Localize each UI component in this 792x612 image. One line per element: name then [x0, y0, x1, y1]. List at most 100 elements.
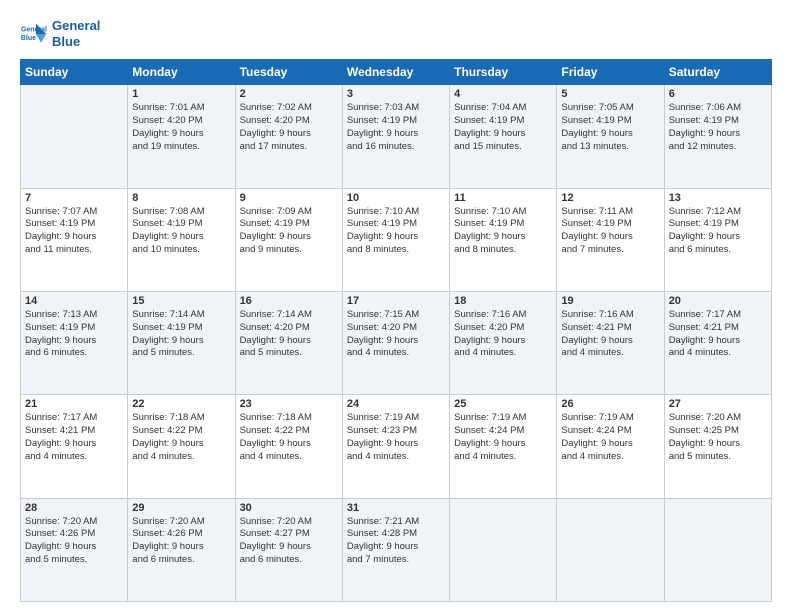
day-number: 29 [132, 502, 230, 514]
calendar-cell: 8Sunrise: 7:08 AMSunset: 4:19 PMDaylight… [128, 188, 235, 291]
calendar-cell [21, 85, 128, 188]
calendar-cell [557, 498, 664, 601]
day-number: 14 [25, 295, 123, 307]
day-info: Sunrise: 7:19 AMSunset: 4:24 PMDaylight:… [454, 412, 552, 463]
day-info: Sunrise: 7:02 AMSunset: 4:20 PMDaylight:… [240, 102, 338, 153]
calendar-cell [664, 498, 771, 601]
logo: General Blue GeneralBlue [20, 18, 100, 49]
day-number: 11 [454, 192, 552, 204]
calendar-cell: 20 Sunrise: 7:17 AMSunset: 4:21 PMDayligh… [664, 291, 771, 394]
calendar-cell: 5Sunrise: 7:05 AMSunset: 4:19 PMDaylight… [557, 85, 664, 188]
day-info: Sunrise: 7:14 AMSunset: 4:19 PMDaylight:… [132, 309, 230, 360]
day-number: 16 [240, 295, 338, 307]
day-number: 18 [454, 295, 552, 307]
day-number: 1 [132, 88, 230, 100]
calendar-cell: 12Sunrise: 7:11 AMSunset: 4:19 PMDayligh… [557, 188, 664, 291]
calendar-cell: 22Sunrise: 7:18 AMSunset: 4:22 PMDayligh… [128, 395, 235, 498]
day-info: Sunrise: 7:10 AMSunset: 4:19 PMDaylight:… [347, 206, 445, 257]
day-number: 24 [347, 398, 445, 410]
day-info: Sunrise: 7:10 AMSunset: 4:19 PMDaylight:… [454, 206, 552, 257]
day-info: Sunrise: 7:06 AMSunset: 4:19 PMDaylight:… [669, 102, 767, 153]
calendar-cell [450, 498, 557, 601]
calendar-cell: 14 Sunrise: 7:13 AMSunset: 4:19 PMDayligh… [21, 291, 128, 394]
day-number: 2 [240, 88, 338, 100]
logo-icon: General Blue [20, 20, 48, 48]
day-number: 13 [669, 192, 767, 204]
day-number: 17 [347, 295, 445, 307]
calendar-cell: 30 Sunrise: 7:20 AMSunset: 4:27 PMDayligh… [235, 498, 342, 601]
calendar-header-sunday: Sunday [21, 60, 128, 85]
calendar-header-friday: Friday [557, 60, 664, 85]
day-info: Sunrise: 7:12 AMSunset: 4:19 PMDaylight:… [669, 206, 767, 257]
calendar-cell: 6 Sunrise: 7:06 AMSunset: 4:19 PMDaylight… [664, 85, 771, 188]
logo-text: GeneralBlue [52, 18, 100, 49]
calendar-cell: 28 Sunrise: 7:20 AMSunset: 4:26 PMDayligh… [21, 498, 128, 601]
day-number: 28 [25, 502, 123, 514]
day-info: Sunrise: 7:19 AMSunset: 4:23 PMDaylight:… [347, 412, 445, 463]
calendar-cell: 1 Sunrise: 7:01 AMSunset: 4:20 PMDaylight… [128, 85, 235, 188]
day-info: Sunrise: 7:08 AMSunset: 4:19 PMDaylight:… [132, 206, 230, 257]
day-number: 3 [347, 88, 445, 100]
day-number: 5 [561, 88, 659, 100]
day-number: 4 [454, 88, 552, 100]
calendar-week-4: 21 Sunrise: 7:17 AMSunset: 4:21 PMDayligh… [21, 395, 772, 498]
calendar-cell: 27 Sunrise: 7:20 AMSunset: 4:25 PMDayligh… [664, 395, 771, 498]
page: General Blue GeneralBlue SundayMondayTue… [0, 0, 792, 612]
day-info: Sunrise: 7:16 AMSunset: 4:21 PMDaylight:… [561, 309, 659, 360]
calendar-week-3: 14 Sunrise: 7:13 AMSunset: 4:19 PMDayligh… [21, 291, 772, 394]
calendar-cell: 2 Sunrise: 7:02 AMSunset: 4:20 PMDaylight… [235, 85, 342, 188]
calendar-cell: 25Sunrise: 7:19 AMSunset: 4:24 PMDayligh… [450, 395, 557, 498]
calendar-cell: 29Sunrise: 7:20 AMSunset: 4:26 PMDayligh… [128, 498, 235, 601]
day-info: Sunrise: 7:04 AMSunset: 4:19 PMDaylight:… [454, 102, 552, 153]
calendar-cell: 26 Sunrise: 7:19 AMSunset: 4:24 PMDayligh… [557, 395, 664, 498]
day-info: Sunrise: 7:14 AMSunset: 4:20 PMDaylight:… [240, 309, 338, 360]
day-info: Sunrise: 7:18 AMSunset: 4:22 PMDaylight:… [132, 412, 230, 463]
day-number: 23 [240, 398, 338, 410]
day-number: 10 [347, 192, 445, 204]
header: General Blue GeneralBlue [20, 18, 772, 49]
day-number: 20 [669, 295, 767, 307]
calendar-cell: 15 Sunrise: 7:14 AMSunset: 4:19 PMDayligh… [128, 291, 235, 394]
calendar-cell: 24 Sunrise: 7:19 AMSunset: 4:23 PMDayligh… [342, 395, 449, 498]
day-info: Sunrise: 7:17 AMSunset: 4:21 PMDaylight:… [25, 412, 123, 463]
day-number: 6 [669, 88, 767, 100]
day-number: 30 [240, 502, 338, 514]
day-info: Sunrise: 7:15 AMSunset: 4:20 PMDaylight:… [347, 309, 445, 360]
calendar-cell: 19Sunrise: 7:16 AMSunset: 4:21 PMDayligh… [557, 291, 664, 394]
day-number: 7 [25, 192, 123, 204]
day-info: Sunrise: 7:21 AMSunset: 4:28 PMDaylight:… [347, 516, 445, 567]
day-info: Sunrise: 7:20 AMSunset: 4:25 PMDaylight:… [669, 412, 767, 463]
day-number: 9 [240, 192, 338, 204]
calendar-cell: 18Sunrise: 7:16 AMSunset: 4:20 PMDayligh… [450, 291, 557, 394]
calendar-week-5: 28 Sunrise: 7:20 AMSunset: 4:26 PMDayligh… [21, 498, 772, 601]
day-number: 27 [669, 398, 767, 410]
calendar-cell: 17 Sunrise: 7:15 AMSunset: 4:20 PMDayligh… [342, 291, 449, 394]
day-info: Sunrise: 7:07 AMSunset: 4:19 PMDaylight:… [25, 206, 123, 257]
calendar-cell: 16 Sunrise: 7:14 AMSunset: 4:20 PMDayligh… [235, 291, 342, 394]
calendar-cell: 10 Sunrise: 7:10 AMSunset: 4:19 PMDayligh… [342, 188, 449, 291]
calendar-week-1: 1 Sunrise: 7:01 AMSunset: 4:20 PMDaylight… [21, 85, 772, 188]
day-info: Sunrise: 7:19 AMSunset: 4:24 PMDaylight:… [561, 412, 659, 463]
day-info: Sunrise: 7:20 AMSunset: 4:27 PMDaylight:… [240, 516, 338, 567]
day-info: Sunrise: 7:18 AMSunset: 4:22 PMDaylight:… [240, 412, 338, 463]
day-info: Sunrise: 7:17 AMSunset: 4:21 PMDaylight:… [669, 309, 767, 360]
calendar-cell: 21 Sunrise: 7:17 AMSunset: 4:21 PMDayligh… [21, 395, 128, 498]
calendar-week-2: 7 Sunrise: 7:07 AMSunset: 4:19 PMDaylight… [21, 188, 772, 291]
day-info: Sunrise: 7:09 AMSunset: 4:19 PMDaylight:… [240, 206, 338, 257]
svg-text:Blue: Blue [21, 35, 36, 42]
calendar-header-wednesday: Wednesday [342, 60, 449, 85]
calendar-header-saturday: Saturday [664, 60, 771, 85]
day-number: 26 [561, 398, 659, 410]
calendar-cell: 9 Sunrise: 7:09 AMSunset: 4:19 PMDaylight… [235, 188, 342, 291]
day-info: Sunrise: 7:20 AMSunset: 4:26 PMDaylight:… [25, 516, 123, 567]
day-number: 15 [132, 295, 230, 307]
calendar-cell: 4 Sunrise: 7:04 AMSunset: 4:19 PMDaylight… [450, 85, 557, 188]
day-number: 21 [25, 398, 123, 410]
day-info: Sunrise: 7:13 AMSunset: 4:19 PMDaylight:… [25, 309, 123, 360]
calendar-cell: 23 Sunrise: 7:18 AMSunset: 4:22 PMDayligh… [235, 395, 342, 498]
day-info: Sunrise: 7:01 AMSunset: 4:20 PMDaylight:… [132, 102, 230, 153]
calendar-header-row: SundayMondayTuesdayWednesdayThursdayFrid… [21, 60, 772, 85]
calendar-cell: 31 Sunrise: 7:21 AMSunset: 4:28 PMDayligh… [342, 498, 449, 601]
day-info: Sunrise: 7:11 AMSunset: 4:19 PMDaylight:… [561, 206, 659, 257]
day-number: 31 [347, 502, 445, 514]
